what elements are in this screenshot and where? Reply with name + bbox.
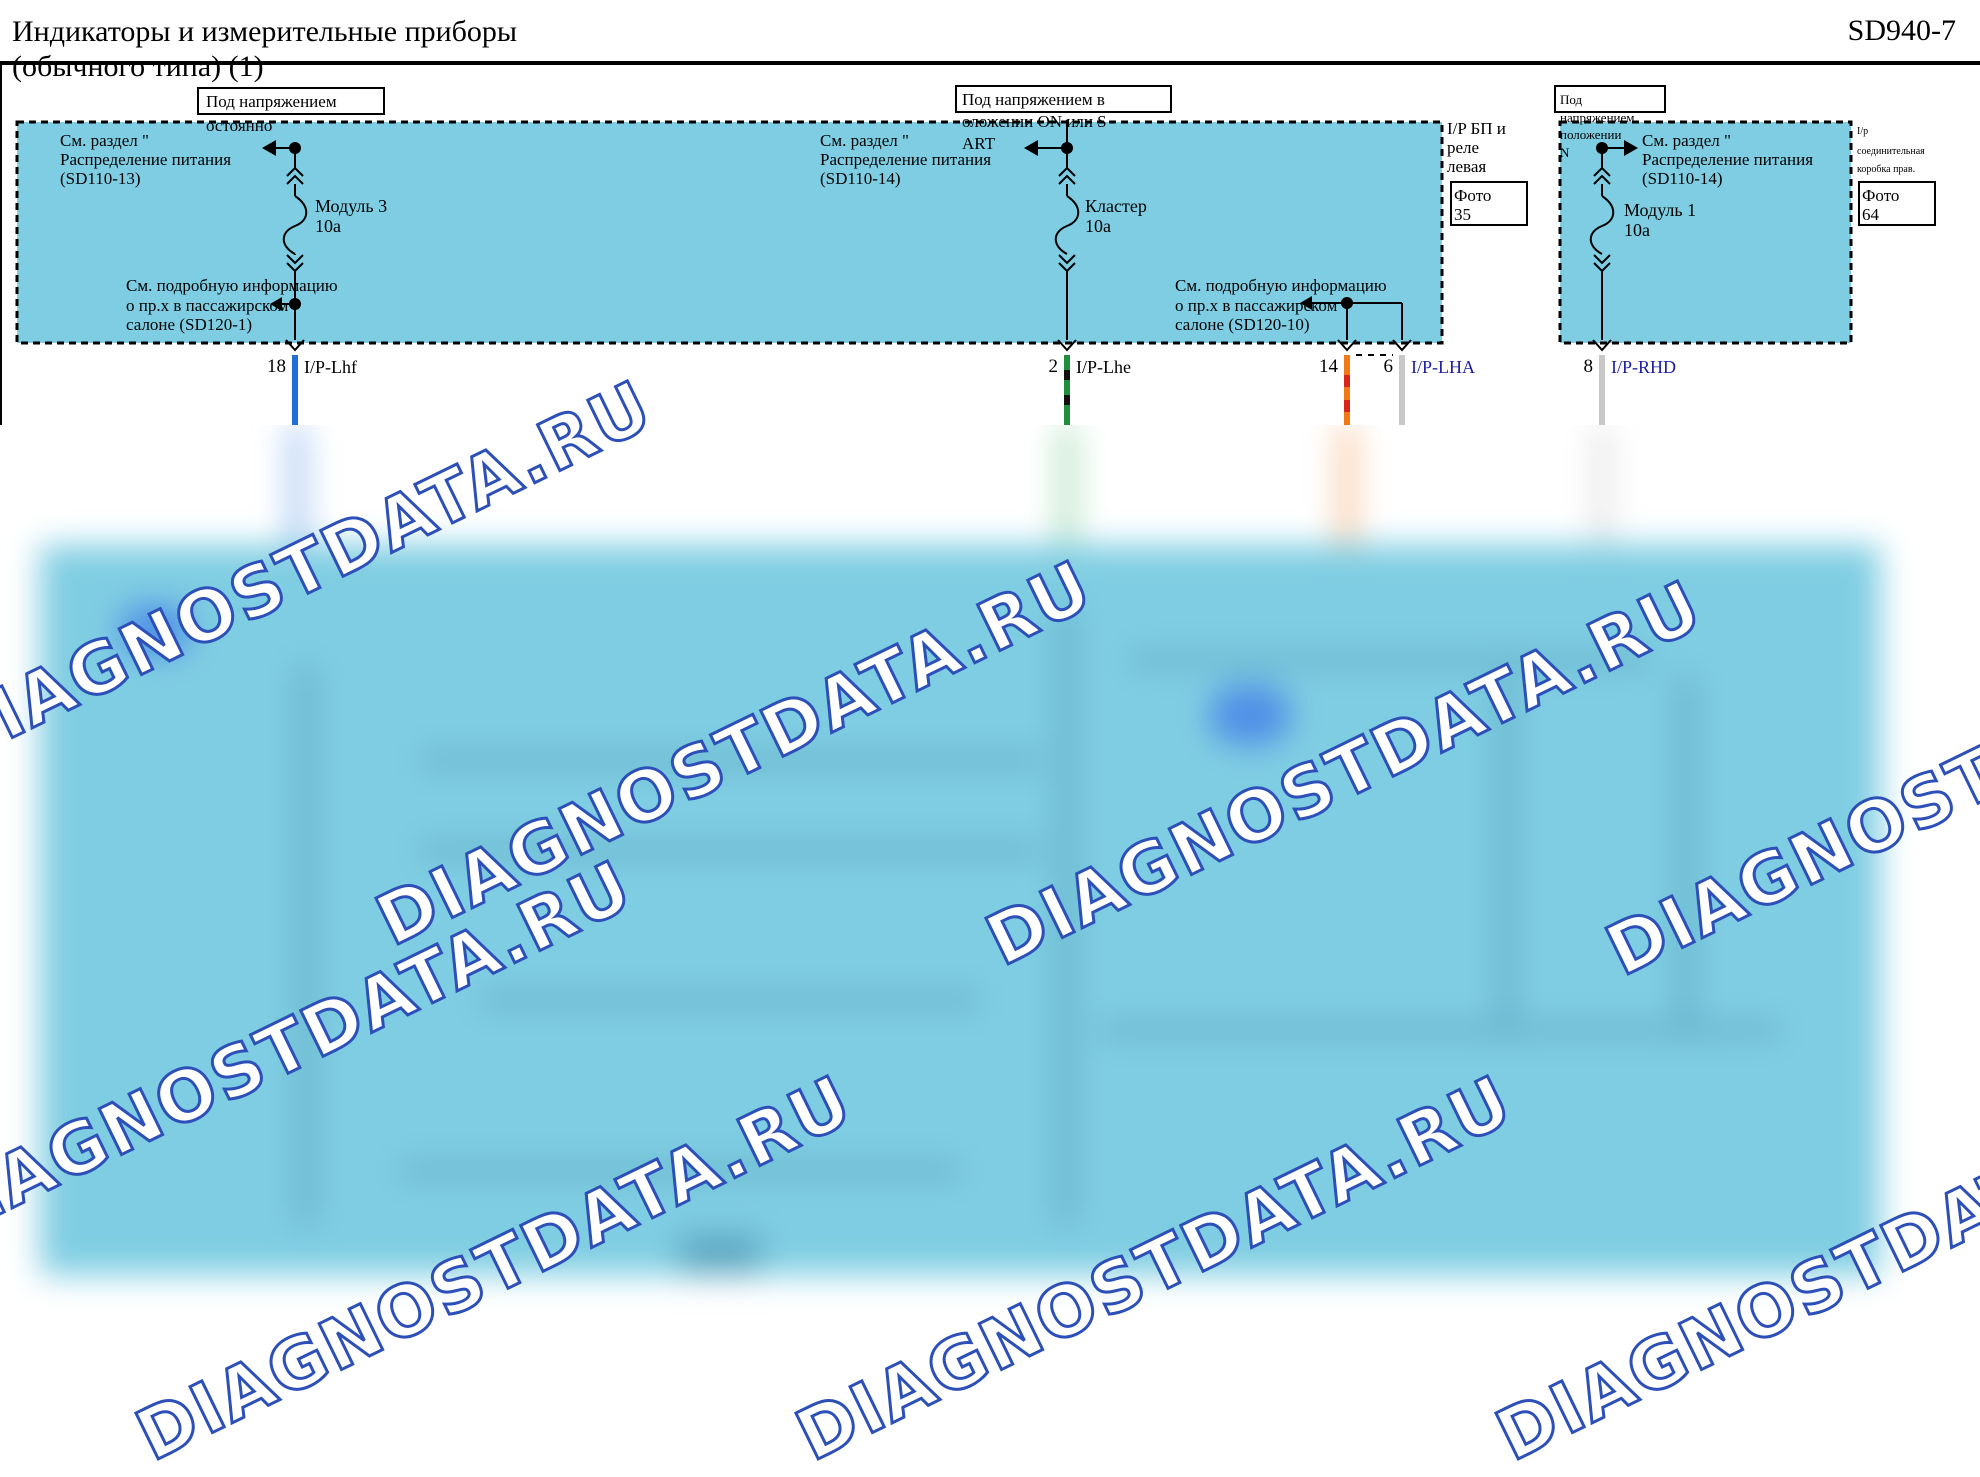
ref-det1-l3: салоне (SD120-1) (126, 315, 252, 334)
photo-left-l2: 35 (1454, 205, 1471, 224)
box-left-title-l2: реле (1447, 138, 1479, 157)
ref-det2-l1: См. подробную информацию (1175, 276, 1387, 295)
wire-orange-stripe (1344, 400, 1350, 412)
power-label-on-l3: положении (1560, 127, 1621, 142)
box-right-title-l2: соединительная (1857, 146, 1925, 157)
box-left-title-l3: левая (1447, 157, 1486, 176)
photo-right-l1: Фото (1862, 186, 1899, 205)
ref-det1-l1: См. подробную информацию (126, 276, 338, 295)
blurred-region (0, 425, 1980, 1416)
fuse1-name: Модуль 3 (315, 196, 387, 216)
conn-name-2: I/P-Lhe (1076, 357, 1131, 377)
ref-pd2-l2: Распределение питания (820, 150, 991, 169)
fuse2-name: Кластер (1085, 196, 1147, 216)
ref-pd1-l2: Распределение питания (60, 150, 231, 169)
ref-pd3-l3: (SD110-14) (1642, 169, 1723, 188)
conn-pin-3: 14 (1319, 356, 1339, 377)
wire-orange (1344, 355, 1350, 425)
power-label-always-l1: Под напряжением (206, 92, 337, 111)
conn-pin-4: 6 (1384, 356, 1394, 377)
box-right-title-l1: I/p (1857, 126, 1868, 137)
fuse3-name: Модуль 1 (1624, 200, 1696, 220)
fuse3-rating: 10а (1624, 220, 1650, 240)
fuse2-rating: 10а (1085, 216, 1111, 236)
fuse1-rating: 10а (315, 216, 341, 236)
ref-pd1-l3: (SD110-13) (60, 169, 141, 188)
wire-green (1064, 355, 1070, 425)
wire-gray (1599, 355, 1605, 425)
conn-name-5: I/P-RHD (1611, 357, 1676, 377)
ref-pd1-l1: См. раздел " (60, 131, 149, 150)
blurred-content (0, 425, 1980, 1416)
wire-blue (292, 355, 298, 425)
power-label-on-start-l2: оложении ON или S (962, 112, 1107, 131)
ref-det2-l2: о пр.х в пассажирском (1175, 296, 1338, 315)
conn-pin-1: 18 (267, 356, 286, 377)
photo-left-l1: Фото (1454, 186, 1491, 205)
wire-green-stripe (1064, 370, 1070, 380)
ref-pd3-l1: См. раздел " (1642, 131, 1731, 150)
wire-green-stripe (1064, 395, 1070, 405)
wire-orange-stripe (1344, 375, 1350, 387)
power-label-on-l2: напряжением (1560, 110, 1634, 125)
conn-pin-2: 2 (1049, 356, 1059, 377)
ref-det1-l2: о пр.х в пассажирском (126, 296, 289, 315)
conn-name-1: I/P-Lhf (304, 357, 357, 377)
ref-det2-l3: салоне (SD120-10) (1175, 315, 1310, 334)
ref-pd3-l2: Распределение питания (1642, 150, 1813, 169)
ref-pd2-l1: См. раздел " (820, 131, 909, 150)
power-label-on-start-l1: Под напряжением в (962, 90, 1105, 109)
box-right-title-l3: коробка прав. (1857, 164, 1915, 175)
box-left-title-l1: I/P БП и (1447, 119, 1506, 138)
ref-pd2-l3: (SD110-14) (820, 169, 901, 188)
conn-pin-5: 8 (1584, 356, 1594, 377)
photo-right-l2: 64 (1862, 205, 1880, 224)
power-label-always-l2: остоянно (206, 116, 272, 135)
power-label-on-l1: Под (1560, 92, 1583, 107)
conn-name-4: I/P-LHA (1411, 357, 1475, 377)
power-label-on-l4: N (1560, 145, 1570, 160)
wire-gray (1399, 355, 1405, 425)
wiring-diagram: Под напряжением остоянно Под напряжением… (15, 85, 1936, 425)
